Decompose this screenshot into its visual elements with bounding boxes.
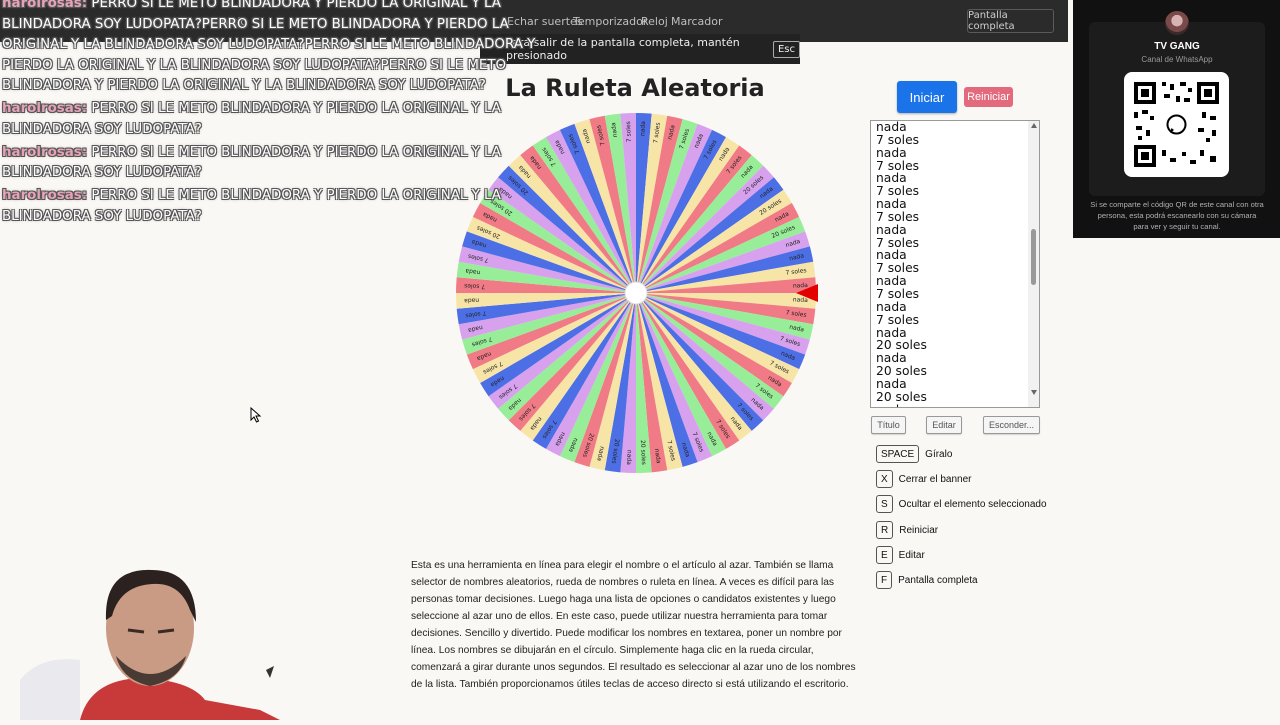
option-item: nada <box>876 120 907 134</box>
option-item: 20 soles <box>876 364 927 379</box>
option-item: 7 soles <box>876 286 920 301</box>
options-list: nada 7 soles nada 7 soles nada 7 soles nada 7 s… <box>876 120 927 407</box>
wheel-segment-label: nada <box>464 296 480 304</box>
option-item: nada <box>876 222 907 237</box>
shortcut-key: F <box>876 571 893 589</box>
hide-button[interactable]: Esconder... <box>983 416 1040 434</box>
reset-button[interactable]: Reiniciar <box>964 87 1013 107</box>
qr-code-graphic <box>1134 82 1219 167</box>
scroll-up-icon[interactable] <box>1031 123 1037 128</box>
nav-link-reloj[interactable]: Reloj <box>641 15 668 28</box>
nav-link-temporizador[interactable]: Temporizador <box>573 15 647 28</box>
channel-subtitle: Canal de WhatsApp <box>1141 55 1213 64</box>
shortcut-key: S <box>876 495 893 513</box>
shortcut-label: Editar <box>898 549 925 561</box>
chat-username: harolrosas: <box>2 188 88 203</box>
wheel-segment-label: 7 soles <box>464 282 485 290</box>
esc-key-hint: Esc <box>772 40 800 58</box>
description-text: Esta es una herramienta en línea para el… <box>411 560 856 690</box>
option-item: nada <box>876 197 907 212</box>
wheel-center-hub[interactable] <box>624 281 648 305</box>
start-button[interactable]: Iniciar <box>897 81 957 113</box>
channel-avatar <box>1165 11 1189 35</box>
shortcut-key: X <box>876 470 893 488</box>
chat-username: harolrosas: <box>2 0 88 11</box>
shortcut-label: Gíralo <box>925 448 953 460</box>
chat-message: harolrosas: PERRO SI LE METO BLINDADORA … <box>2 99 577 140</box>
scrollbar[interactable] <box>1028 121 1039 407</box>
shortcut-s: S Ocultar el elemento seleccionado <box>876 495 1047 513</box>
option-item: nada <box>876 376 907 391</box>
shortcut-label: Reiniciar <box>899 524 939 536</box>
shortcut-e: E Editar <box>876 546 925 564</box>
streamer-image <box>20 569 280 720</box>
chat-username: harolrosas: <box>2 144 88 160</box>
chat-text: PERRO SI LE METO BLINDADORA Y PIERDO LA … <box>2 0 536 93</box>
shortcut-label: Ocultar el elemento seleccionado <box>898 498 1047 510</box>
shortcut-key: SPACE <box>876 445 920 463</box>
edit-button[interactable]: Editar <box>926 416 962 434</box>
wheel-segment-label: nada <box>639 121 647 137</box>
option-item: nada <box>876 299 907 314</box>
option-item: nada <box>876 145 907 160</box>
option-item: 7 soles <box>876 132 920 147</box>
option-item: 20 soles <box>876 389 927 404</box>
fullscreen-button[interactable]: Pantalla completa <box>967 9 1054 33</box>
scroll-down-icon[interactable] <box>1031 390 1037 395</box>
chat-message: harolrosas: PERRO SI LE METO BLINDADORA … <box>2 143 577 184</box>
qr-code-icon <box>1124 72 1229 177</box>
shortcut-f: F Pantalla completa <box>876 571 978 589</box>
chat-message: harolrosas: PERRO SI LE METO BLINDADORA … <box>2 186 577 227</box>
shortcut-label: Pantalla completa <box>898 574 978 586</box>
shortcut-x: X Cerrar el banner <box>876 470 971 488</box>
wheel-segment-label: 7 soles <box>625 121 633 142</box>
shortcut-space: SPACE Gíralo <box>876 445 952 463</box>
options-textarea[interactable]: nada 7 soles nada 7 soles nada 7 soles nada 7 s… <box>870 120 1040 408</box>
shortcut-key: R <box>876 521 894 539</box>
option-item: 7 soles <box>876 312 920 327</box>
option-item: nada <box>876 403 927 407</box>
shortcut-r: R Reiniciar <box>876 521 938 539</box>
mouse-cursor-icon <box>250 407 262 423</box>
scrollbar-thumb[interactable] <box>1031 229 1036 285</box>
chat-username: harolrosas: <box>2 101 88 116</box>
chat-message: harolrosas: PERRO SI LE METO BLINDADORA … <box>2 0 577 97</box>
chat-overlay: harolrosas: PERRO SI LE METO BLINDADORA … <box>2 0 577 230</box>
nav-link-marcador[interactable]: Marcador <box>671 15 723 28</box>
shortcut-key: E <box>876 546 893 564</box>
channel-note: Si se comparte el código QR de este cana… <box>1090 200 1264 231</box>
wheel-segment-label: nada <box>625 450 633 466</box>
wheel-segment-label: 20 soles <box>639 440 647 465</box>
channel-name: TV GANG <box>1154 41 1200 52</box>
title-button[interactable]: Título <box>871 416 906 434</box>
webcam-overlay <box>20 560 280 720</box>
wheel-segment-label: nada <box>793 296 809 304</box>
option-item: 7 soles <box>876 209 920 224</box>
wheel-segment-label: nada <box>793 282 809 290</box>
shortcut-label: Cerrar el banner <box>898 473 972 485</box>
